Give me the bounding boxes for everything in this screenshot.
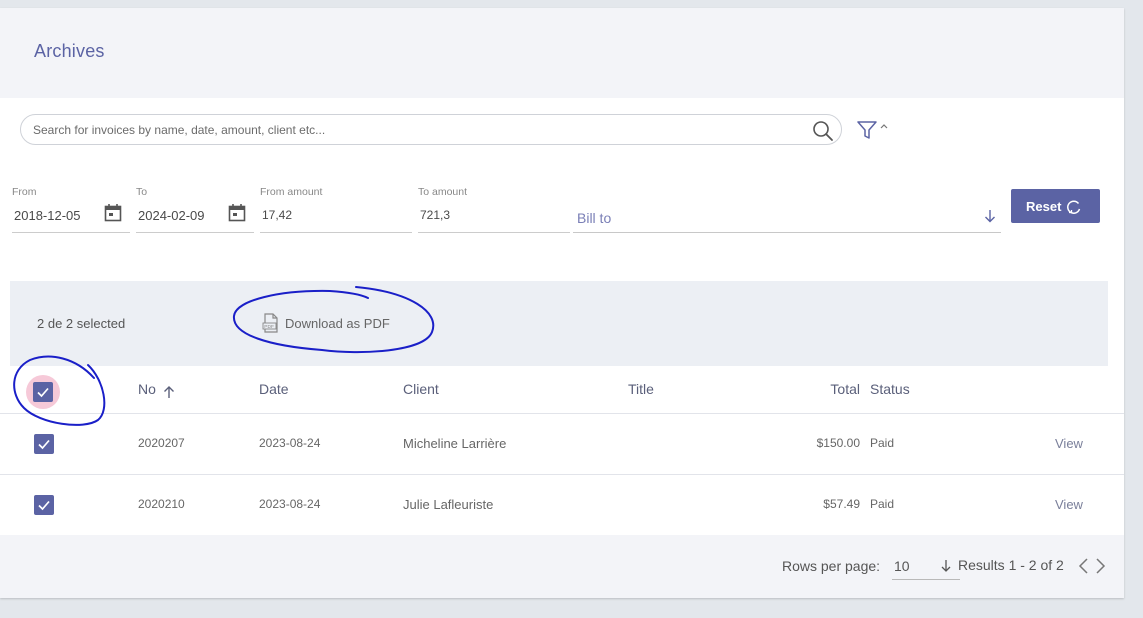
row-checkbox[interactable] <box>34 434 54 454</box>
filter-icon[interactable] <box>856 119 878 141</box>
to-amount-value[interactable]: 721,3 <box>420 208 450 222</box>
from-amount-value[interactable]: 17,42 <box>262 208 292 222</box>
from-date-value[interactable]: 2018-12-05 <box>14 208 81 223</box>
from-date-underline <box>12 232 130 233</box>
to-amount-label: To amount <box>418 186 468 198</box>
column-header-title[interactable]: Title <box>628 381 654 397</box>
cell-status: Paid <box>870 436 895 450</box>
cell-total: $150.00 <box>816 436 860 450</box>
view-link[interactable]: View <box>1055 497 1083 512</box>
cell-client: Julie Lafleuriste <box>403 497 494 512</box>
panel-header: Archives <box>0 8 1124 98</box>
row-divider <box>0 474 1124 475</box>
cell-total: $57.49 <box>823 497 860 511</box>
rows-per-page-underline <box>892 579 960 580</box>
arrow-down-icon <box>941 560 951 572</box>
from-amount-underline <box>260 232 412 233</box>
view-link[interactable]: View <box>1055 436 1083 451</box>
arrow-up-icon[interactable] <box>162 385 176 399</box>
search-box[interactable] <box>20 114 842 145</box>
column-header-total[interactable]: Total <box>760 381 860 397</box>
chevron-up-icon[interactable] <box>879 121 889 131</box>
cell-date: 2023-08-24 <box>259 497 321 511</box>
to-amount-underline <box>418 232 570 233</box>
check-icon <box>38 500 50 511</box>
to-date-label: To <box>136 186 148 198</box>
cell-date: 2023-08-24 <box>259 436 321 450</box>
archives-panel: Archives From 2018-12-05 To 2024-02-09 <box>0 8 1124 598</box>
select-all-checkbox[interactable] <box>33 382 53 402</box>
download-pdf-label: Download as PDF <box>285 316 390 331</box>
download-pdf-button[interactable]: PDF Download as PDF <box>260 311 430 335</box>
row-checkbox[interactable] <box>34 495 54 515</box>
calendar-icon[interactable] <box>228 203 246 223</box>
column-header-no[interactable]: No <box>138 381 156 397</box>
chevron-right-icon[interactable] <box>1094 557 1108 575</box>
cell-status: Paid <box>870 497 895 511</box>
results-count: Results 1 - 2 of 2 <box>958 557 1064 573</box>
refresh-icon <box>1067 200 1081 214</box>
cell-client: Micheline Larrière <box>403 436 507 451</box>
bill-to-select[interactable]: Bill to <box>577 210 611 226</box>
cell-no: 2020210 <box>138 497 185 511</box>
rows-per-page-value: 10 <box>894 558 910 574</box>
svg-text:PDF: PDF <box>264 324 274 330</box>
selection-bar: 2 de 2 selected PDF Download as PDF <box>10 281 1108 366</box>
page-title: Archives <box>34 41 105 61</box>
pdf-file-icon: PDF <box>262 313 278 333</box>
search-input[interactable] <box>33 121 793 139</box>
rows-per-page-label: Rows per page: <box>782 558 881 574</box>
to-date-value[interactable]: 2024-02-09 <box>138 208 205 223</box>
column-header-date[interactable]: Date <box>259 381 289 397</box>
reset-button[interactable]: Reset <box>1011 189 1100 223</box>
cell-no: 2020207 <box>138 436 185 450</box>
chevron-left-icon[interactable] <box>1076 557 1090 575</box>
check-icon <box>38 439 50 450</box>
check-icon <box>37 387 49 398</box>
from-date-label: From <box>12 186 37 198</box>
to-date-underline <box>136 232 254 233</box>
column-header-client[interactable]: Client <box>403 381 439 397</box>
search-icon[interactable] <box>811 119 835 143</box>
rows-per-page-select[interactable]: 10 <box>892 556 960 580</box>
header-divider <box>0 413 1124 414</box>
from-amount-label: From amount <box>260 186 323 198</box>
reset-button-label: Reset <box>1026 199 1062 214</box>
arrow-down-icon[interactable] <box>983 208 997 224</box>
bill-to-underline <box>573 232 1001 233</box>
selected-count: 2 de 2 selected <box>37 316 126 331</box>
column-header-status[interactable]: Status <box>870 381 910 397</box>
calendar-icon[interactable] <box>104 203 122 223</box>
